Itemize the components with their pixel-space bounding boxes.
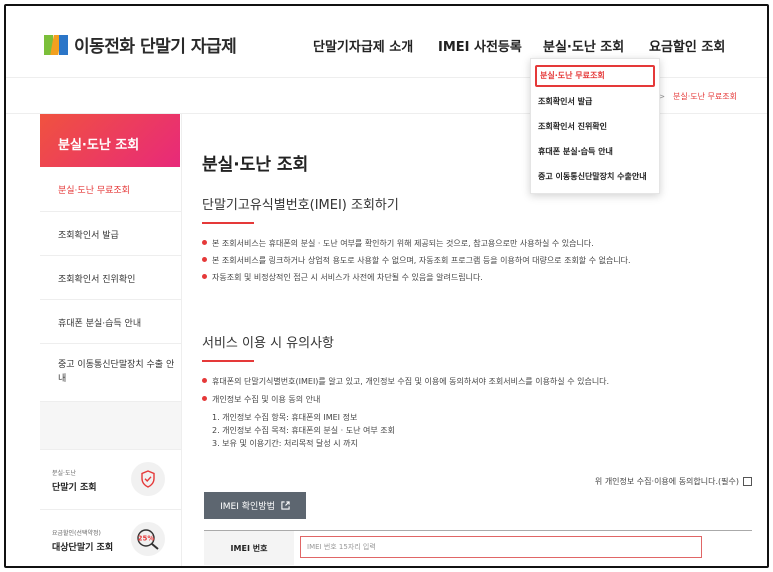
agree-checkbox[interactable] <box>743 477 752 486</box>
logo-text: 이동전화 단말기 자급제 <box>74 37 237 57</box>
privacy-agree: 위 개인정보 수집·이용에 동의합니다.(필수) <box>595 476 752 487</box>
agree-label: 위 개인정보 수집·이용에 동의합니다.(필수) <box>594 477 739 486</box>
nav-dropdown-menu: 분실·도난 무료조회 조회확인서 발급 조회확인서 진위확인 휴대폰 분실·습득… <box>530 58 660 194</box>
imei-input[interactable] <box>300 536 702 558</box>
breadcrumb-current[interactable]: 분실·도난 무료조회 <box>673 92 737 101</box>
external-link-icon <box>281 501 290 510</box>
sidebar-item-certificate[interactable]: 조회확인서 발급 <box>40 212 181 256</box>
sidebar-item-lost-found[interactable]: 휴대폰 분실·습득 안내 <box>40 300 181 344</box>
discount-badge-text: 25% <box>138 535 155 543</box>
page-title: 분실·도난 조회 <box>202 155 309 175</box>
nav-item-lost-stolen[interactable]: 분실·도난 조회 <box>543 36 624 55</box>
sidebar-card-device-lookup[interactable]: 분실·도난 단말기 조회 <box>40 450 181 510</box>
dropdown-item-free-lookup[interactable]: 분실·도난 무료조회 <box>535 65 655 87</box>
nav-item-imei-register[interactable]: IMEI 사전등록 <box>438 36 522 55</box>
dropdown-item-export[interactable]: 중고 이동통신단말장치 수출안내 <box>531 164 659 189</box>
dropdown-item-certificate[interactable]: 조회확인서 발급 <box>531 89 659 114</box>
section-title-precautions: 서비스 이용 시 유의사항 <box>202 336 334 351</box>
imei-how-to-label: IMEI 확인방법 <box>220 502 275 512</box>
site-logo[interactable]: 이동전화 단말기 자급제 <box>44 32 237 57</box>
notice-bullet: 자동조회 및 비정상적인 접근 시 서비스가 사전에 차단될 수 있음을 알려드… <box>202 272 483 283</box>
dropdown-item-lost-found[interactable]: 휴대폰 분실·습득 안내 <box>531 139 659 164</box>
notice-bullet: 본 조회서비스를 링크하거나 상업적 용도로 사용할 수 없으며, 자동조회 프… <box>202 255 631 266</box>
logo-mark-icon <box>44 34 68 55</box>
privacy-detail-line: 3. 보유 및 이용기간: 처리목적 달성 시 까지 <box>212 439 358 448</box>
sidebar-item-verify[interactable]: 조회확인서 진위확인 <box>40 256 181 300</box>
sidebar-item-export[interactable]: 중고 이동통신단말장치 수출 안내 <box>40 344 181 402</box>
privacy-detail-line: 2. 개인정보 수집 목적: 휴대폰의 분실 · 도난 여부 조회 <box>212 426 395 435</box>
section-underline <box>202 222 254 224</box>
imei-form-row: IMEI 번호 <box>204 530 752 566</box>
notice-bullet: 개인정보 수집 및 이용 동의 안내 <box>202 394 320 405</box>
section-title-imei-lookup: 단말기고유식별번호(IMEI) 조회하기 <box>202 198 399 213</box>
notice-bullet: 휴대폰의 단말기식별번호(IMEI)를 알고 있고, 개인정보 수집 및 이용에… <box>202 376 609 387</box>
imei-field-label: IMEI 번호 <box>204 531 294 565</box>
sidebar-spacer <box>40 402 181 450</box>
privacy-detail-line: 1. 개인정보 수집 항목: 휴대폰의 IMEI 정보 <box>212 413 358 422</box>
discount-magnifier-icon: 25% <box>131 522 165 556</box>
nav-item-discount[interactable]: 요금할인 조회 <box>649 36 725 55</box>
nav-item-intro[interactable]: 단말기자급제 소개 <box>313 36 413 55</box>
sidebar-item-free-lookup[interactable]: 분실·도난 무료조회 <box>40 167 181 212</box>
shield-phone-icon <box>131 462 165 496</box>
sidebar-card-discount-lookup[interactable]: 요금할인(선택약정) 대상단말기 조회 25% <box>40 510 181 566</box>
sidebar-title: 분실·도난 조회 <box>40 114 180 167</box>
notice-bullet: 본 조회서비스는 휴대폰의 분실 · 도난 여부를 확인하기 위해 제공되는 것… <box>202 238 594 249</box>
imei-how-to-button[interactable]: IMEI 확인방법 <box>204 492 306 519</box>
sidebar: 분실·도난 조회 분실·도난 무료조회 조회확인서 발급 조회확인서 진위확인 … <box>40 114 182 566</box>
section-underline <box>202 360 254 362</box>
dropdown-item-verify[interactable]: 조회확인서 진위확인 <box>531 114 659 139</box>
browser-frame: 이동전화 단말기 자급제 단말기자급제 소개 IMEI 사전등록 분실·도난 조… <box>4 4 769 568</box>
breadcrumb: > 분실·도난 무료조회 <box>658 91 737 102</box>
